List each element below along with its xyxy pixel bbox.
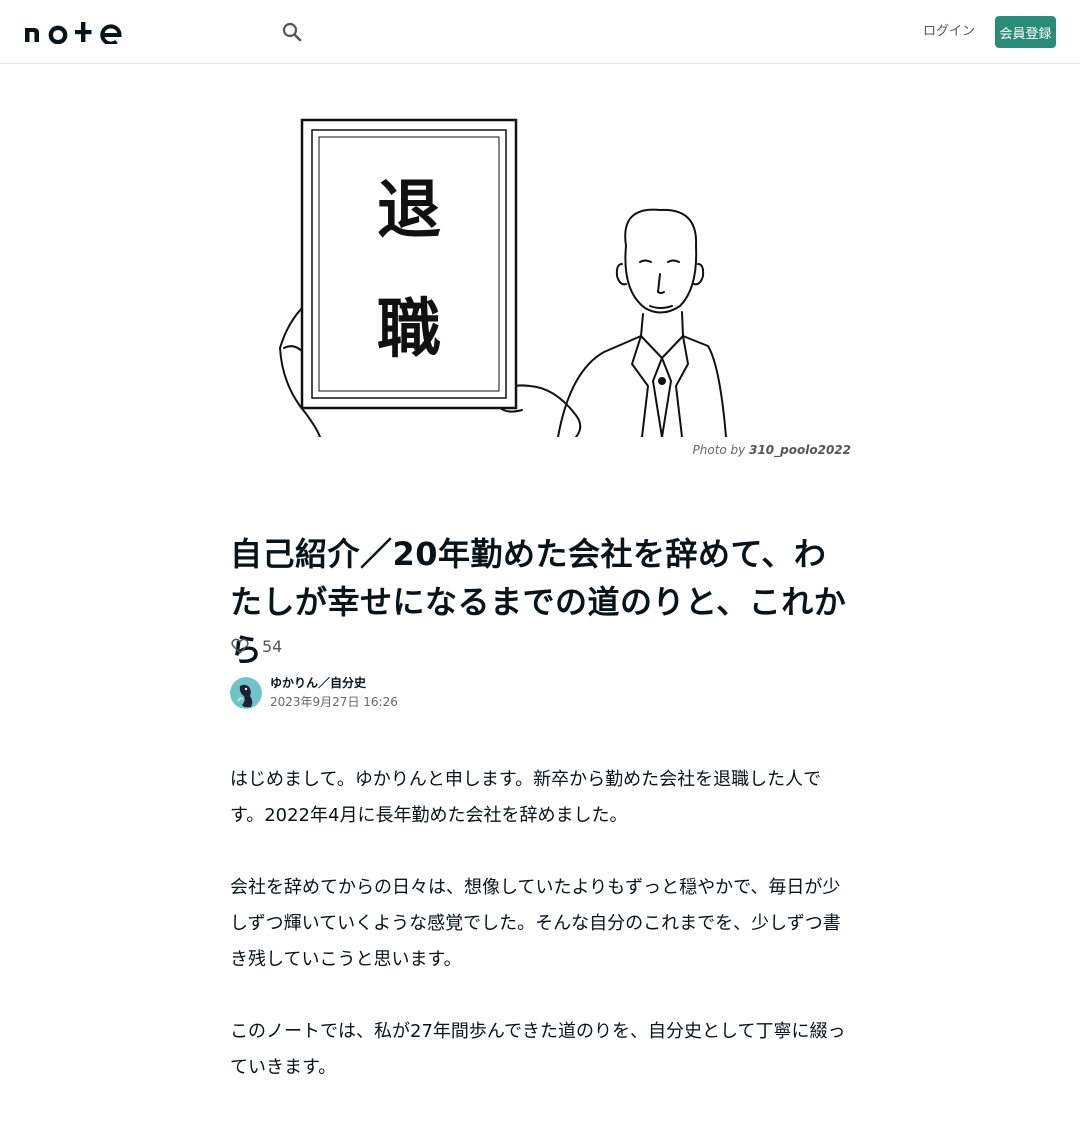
author-name[interactable]: ゆかりん／自分史	[270, 675, 398, 691]
note-logo[interactable]	[24, 20, 124, 44]
heart-icon[interactable]	[230, 636, 250, 656]
like-count: 54	[262, 636, 283, 656]
photo-credit: Photo by 310_poolo2022	[560, 443, 851, 457]
body-paragraph-3: このノートでは、私が27年間歩んできた道のりを、自分史として丁寧に綴っていきます…	[230, 1021, 846, 1078]
site-header: ログイン 会員登録	[0, 0, 1080, 64]
body-paragraph-2: 会社を辞めてからの日々は、想像していたよりもずっと穏やかで、毎日が少しずつ輝いて…	[230, 877, 841, 970]
sign-character-1: 退	[377, 173, 441, 248]
photo-credit-author[interactable]: 310_poolo2022	[749, 443, 851, 457]
search-icon	[282, 22, 302, 42]
author-info: ゆかりん／自分史 2023年9月27日 16:26	[230, 675, 398, 711]
eyecatch-image: 退 職	[230, 96, 850, 437]
photo-credit-prefix: Photo by	[692, 443, 746, 457]
article-body: はじめまして。ゆかりんと申します。新卒から勤めた会社を退職した人です。2022年…	[230, 762, 850, 1122]
login-link[interactable]: ログイン	[922, 20, 976, 44]
sign-character-2: 職	[377, 292, 441, 367]
author-avatar[interactable]	[230, 677, 262, 709]
signup-button[interactable]: 会員登録	[995, 16, 1056, 48]
like-row: 54	[230, 634, 282, 658]
article-title: 自己紹介／20年勤めた会社を辞めて、わたしが幸せになるまでの道のりと、これから	[230, 535, 847, 669]
search-button[interactable]	[280, 20, 304, 44]
avatar-image	[230, 677, 262, 709]
post-date: 2023年9月27日 16:26	[270, 695, 398, 709]
resignation-illustration: 退 職	[279, 118, 727, 437]
body-paragraph-1: はじめまして。ゆかりんと申します。新卒から勤めた会社を退職した人です。2022年…	[230, 769, 822, 826]
